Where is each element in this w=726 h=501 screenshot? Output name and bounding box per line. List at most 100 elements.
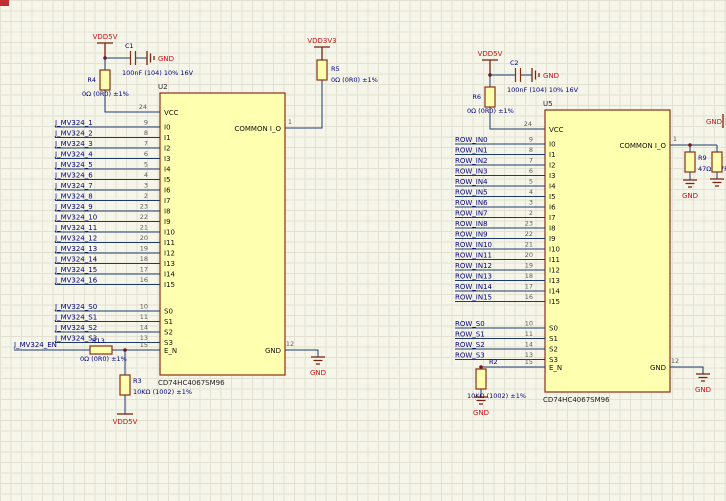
net-label[interactable]: J_MV324_S1 [54,314,97,322]
input-row[interactable]: ROW_IN15 16 I15 [455,293,560,306]
chip-body[interactable] [544,109,671,393]
net-label[interactable]: ROW_IN2 [455,157,488,165]
net-label[interactable]: ROW_IN14 [455,283,493,291]
net-label[interactable]: J_MV324_3 [54,140,93,148]
resistor-value: 0Ω (0R0) ±1% [80,355,127,363]
pin-number: 17 [525,283,533,291]
power-label: VDD5V [113,418,138,426]
gnd-port-cap[interactable]: GND [531,68,559,82]
net-label[interactable]: ROW_IN4 [455,178,488,186]
net-label[interactable]: J_MV324_5 [54,161,93,169]
net-label[interactable]: J_MV324_1 [54,119,93,127]
mux-chip-u2[interactable]: U2 CD74HC4067SM96 VCC COMMON I_O E_N GND [158,83,286,387]
net-label[interactable]: ROW_IN7 [455,210,488,218]
capacitor-ref: C1 [125,42,134,50]
net-label[interactable]: J_MV324_16 [54,277,98,285]
net-label[interactable]: ROW_IN12 [455,262,492,270]
power-port-vdd5v-top[interactable]: VDD5V [93,33,118,58]
resistor-body [99,69,111,91]
net-label[interactable]: J_MV324_14 [54,256,98,264]
pin-number: 23 [525,220,533,228]
gnd-port-r9[interactable]: GND [682,179,698,200]
net-label[interactable]: ROW_S0 [455,320,485,328]
resistor-ref: R3 [133,377,142,385]
resistor-ref: R5 [331,65,340,73]
gnd-symbol [710,178,724,187]
net-label[interactable]: J_MV324_7 [54,182,93,190]
chip-refdes: U2 [158,83,168,91]
pin-number: 11 [525,330,533,338]
gnd-port-r2[interactable]: GND [473,396,489,417]
pin-number: 10 [525,320,533,328]
pin-name-common: COMMON I_O [619,142,666,150]
pin-name: I13 [549,277,560,285]
resistor-partial-edge[interactable] [710,151,724,187]
net-label[interactable]: ROW_IN10 [455,241,492,249]
gnd-symbol [531,68,540,82]
schematic-svg: VDD5V C1 100nF (104) 10% 16V GND R4 0Ω (… [0,0,726,426]
select-row[interactable]: J_MV324_S3 13 S3 [54,334,173,347]
resistor-value: 10KΩ (1002) ±1% [133,388,192,396]
net-label[interactable]: J_MV324_10 [54,214,97,222]
pin-number: 8 [529,146,533,154]
net-label[interactable]: J_MV324_11 [54,224,97,232]
net-label[interactable]: J_MV324_13 [54,245,97,253]
pin-name: I12 [549,267,560,275]
net-label[interactable]: J_MV324_8 [54,193,93,201]
chip-body[interactable] [159,92,286,376]
pin-name: S1 [164,318,173,326]
gnd-port-cap[interactable]: GND [146,51,174,65]
power-port-vdd3v3[interactable]: VDD3V3 [307,37,337,60]
net-label[interactable]: ROW_IN9 [455,231,488,239]
pin-number-common: 1 [673,135,677,143]
pin-name: S0 [164,308,173,316]
resistor-r5[interactable]: R5 0Ω (0R0) ±1% [316,59,378,84]
pin-number: 17 [140,266,148,274]
net-label[interactable]: ROW_IN6 [455,199,488,207]
pin-number: 22 [140,213,148,221]
power-bar-symbol [482,59,498,75]
net-label[interactable]: J_MV324_2 [54,130,93,138]
net-label[interactable]: J_MV324_4 [54,151,93,159]
select-row[interactable]: ROW_S3 13 S3 [455,351,558,364]
net-label[interactable]: ROW_S2 [455,341,485,349]
resistor-r2[interactable]: R2 10KΩ (1002) ±1% [467,358,526,400]
pin-name: I7 [164,197,171,205]
net-label[interactable]: ROW_IN1 [455,147,488,155]
pin-name: I11 [549,256,560,264]
pin-number: 6 [144,150,148,158]
net-label[interactable]: ROW_IN0 [455,136,488,144]
gnd-port-chip[interactable]: GND [310,356,326,377]
pin-name: S2 [549,346,558,354]
power-port-vdd5v-bottom[interactable]: VDD5V [113,413,138,426]
net-label[interactable]: J_MV324_S3 [54,335,97,343]
net-label[interactable]: ROW_IN8 [455,220,488,228]
net-label[interactable]: J_MV324_15 [54,266,97,274]
gnd-port-top-right[interactable]: GND [706,114,726,128]
net-label[interactable]: ROW_IN3 [455,168,488,176]
capacitor-plates [514,68,522,82]
pin-number: 19 [140,245,148,253]
power-port-vdd5v-top[interactable]: VDD5V [478,50,503,75]
net-label[interactable]: J_MV324_S0 [54,303,97,311]
net-label[interactable]: ROW_S3 [455,352,485,360]
net-label[interactable]: ROW_IN5 [455,189,488,197]
gnd-port-chip[interactable]: GND [695,373,711,394]
pin-name: I0 [164,124,171,132]
pin-name: S2 [164,329,173,337]
pin-name-common: COMMON I_O [234,125,281,133]
mux-chip-u5[interactable]: U5 CD74HC4067SM96 VCC COMMON I_O E_N GND [543,100,671,404]
net-label-enable[interactable]: J_MV324_EN [13,341,57,349]
net-label[interactable]: J_MV324_6 [54,172,93,180]
net-label[interactable]: ROW_IN15 [455,294,492,302]
resistor-body [316,59,328,81]
net-label[interactable]: ROW_S1 [455,331,485,339]
net-label[interactable]: J_MV324_9 [54,203,93,211]
gnd-label: GND [473,409,489,417]
net-label[interactable]: ROW_IN13 [455,273,492,281]
pin-name: I14 [549,288,561,296]
net-label[interactable]: ROW_IN11 [455,252,492,260]
input-row[interactable]: J_MV324_16 16 I15 [54,276,175,289]
net-label[interactable]: J_MV324_12 [54,235,97,243]
net-label[interactable]: J_MV324_S2 [54,324,97,332]
